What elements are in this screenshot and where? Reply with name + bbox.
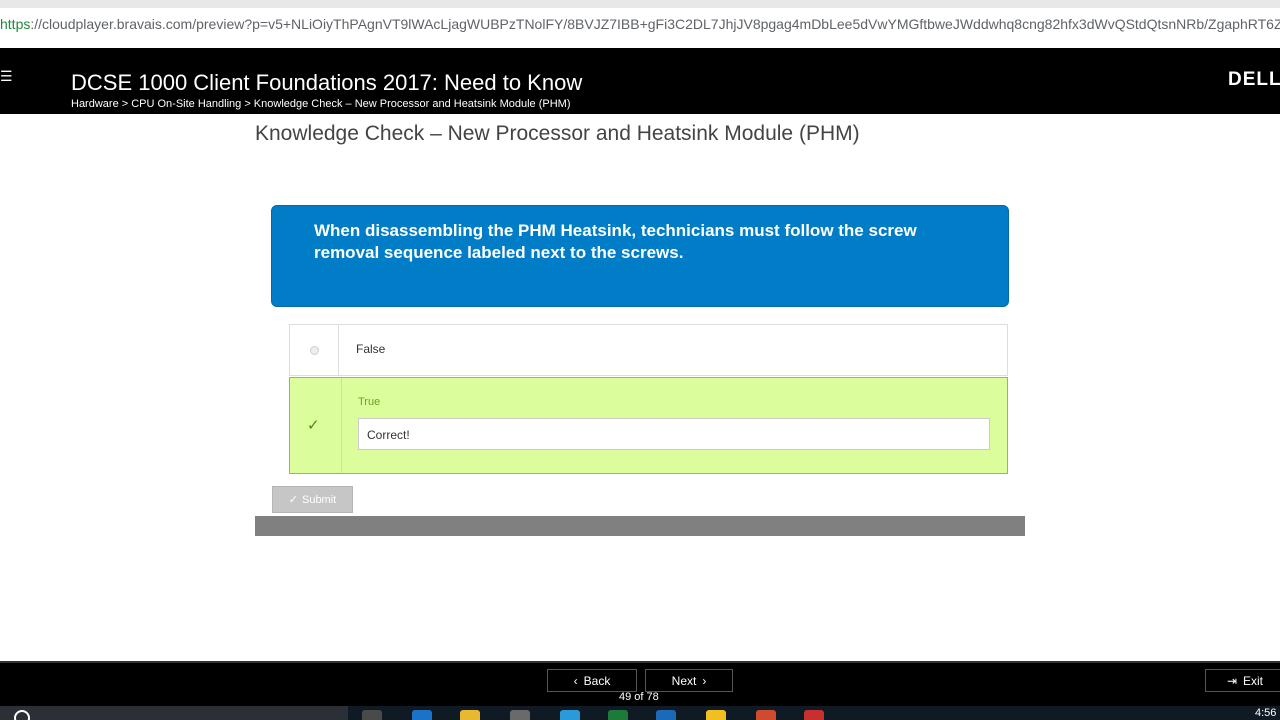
exit-icon: ⇥ xyxy=(1226,673,1238,688)
submit-button[interactable]: ✓ Submit xyxy=(272,486,353,513)
back-button[interactable]: ‹ Back xyxy=(547,669,637,692)
radio-cell[interactable] xyxy=(290,325,339,375)
os-taskbar: 4:56 xyxy=(0,706,1280,720)
answer-option-false[interactable]: False xyxy=(289,324,1008,376)
browser-address-bar[interactable]: https://cloudplayer.bravais.com/preview?… xyxy=(0,0,1280,48)
outlook-icon[interactable] xyxy=(656,710,676,720)
check-icon: ✓ xyxy=(288,494,298,506)
answer-option-true[interactable]: ✓ True Correct! xyxy=(289,377,1008,474)
course-header: ☰ DCSE 1000 Client Foundations 2017: Nee… xyxy=(0,48,1280,114)
file-explorer-icon[interactable] xyxy=(460,710,480,720)
next-button[interactable]: Next › xyxy=(645,669,733,692)
exit-button[interactable]: ⇥ Exit xyxy=(1205,669,1280,692)
chevron-right-icon: › xyxy=(702,673,707,688)
page-counter: 49 of 78 xyxy=(619,691,659,703)
checkmark-icon: ✓ xyxy=(307,417,320,434)
player-footer: ‹ Back Next › 49 of 78 ⇥ Exit xyxy=(0,661,1280,706)
store-icon[interactable] xyxy=(510,710,530,720)
browser-tab-strip xyxy=(0,0,1280,8)
course-title: DCSE 1000 Client Foundations 2017: Need … xyxy=(71,70,583,95)
breadcrumb: Hardware > CPU On-Site Handling > Knowle… xyxy=(71,98,571,110)
acrobat-icon[interactable] xyxy=(804,710,824,720)
edge-browser-icon[interactable] xyxy=(412,710,432,720)
dell-logo: DELL E xyxy=(1228,69,1280,90)
radio-button[interactable] xyxy=(310,346,319,355)
answer-label-true: True xyxy=(358,396,381,408)
next-label: Next xyxy=(671,673,697,688)
system-clock[interactable]: 4:56 xyxy=(1255,707,1276,719)
task-view-icon[interactable] xyxy=(362,710,382,720)
back-label: Back xyxy=(583,673,611,688)
chrome-icon[interactable] xyxy=(756,710,776,720)
exit-label: Exit xyxy=(1243,673,1264,688)
menu-icon[interactable]: ☰ xyxy=(0,68,13,85)
app-icon[interactable] xyxy=(560,710,580,720)
search-icon xyxy=(14,710,30,720)
active-app-icon[interactable] xyxy=(706,710,726,720)
submit-label: Submit xyxy=(301,493,337,506)
check-cell[interactable]: ✓ xyxy=(290,378,342,473)
taskbar-search-box[interactable] xyxy=(0,706,348,720)
url-text[interactable]: https://cloudplayer.bravais.com/preview?… xyxy=(0,16,1280,32)
excel-icon[interactable] xyxy=(608,710,628,720)
page-title: Knowledge Check – New Processor and Heat… xyxy=(255,122,860,145)
content-divider-bar xyxy=(255,516,1025,536)
feedback-box: Correct! xyxy=(358,418,990,450)
chevron-left-icon: ‹ xyxy=(573,673,578,688)
url-path: ://cloudplayer.bravais.com/preview?p=v5+… xyxy=(30,16,1280,32)
answer-label-false: False xyxy=(356,342,386,356)
question-box: When disassembling the PHM Heatsink, tec… xyxy=(271,205,1009,307)
url-scheme: https xyxy=(0,16,31,32)
question-text: When disassembling the PHM Heatsink, tec… xyxy=(314,221,917,262)
